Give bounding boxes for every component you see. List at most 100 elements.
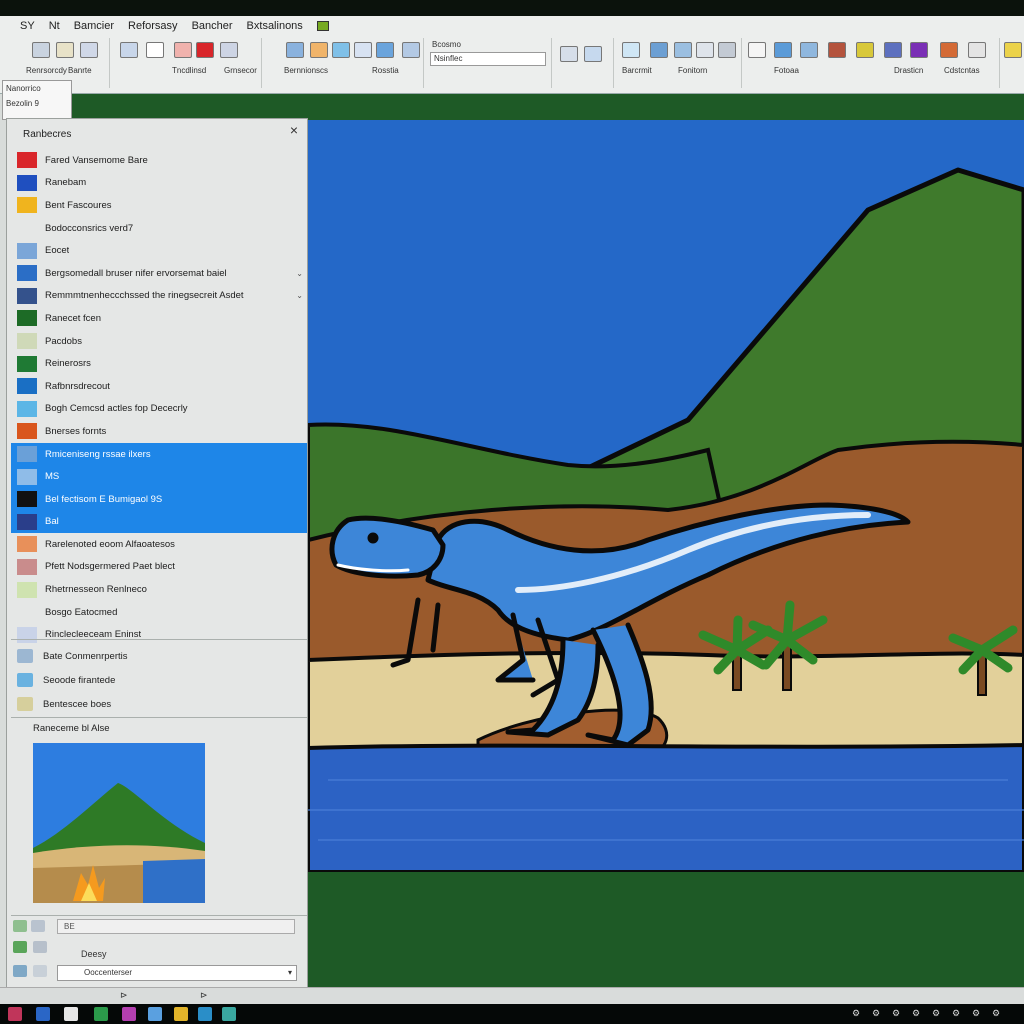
layer-row[interactable]: Rarelenoted eoom Alfaoatesos bbox=[11, 533, 307, 556]
ribbon-tab-2[interactable]: Nt bbox=[49, 20, 60, 32]
tray-sound-icon[interactable]: ⚙ bbox=[912, 1008, 920, 1019]
ribbon-group-layers bbox=[554, 38, 614, 88]
active-app-icon[interactable] bbox=[222, 1007, 236, 1021]
layer-row[interactable]: Ranebam bbox=[11, 172, 307, 195]
tray-icon[interactable]: ⚙ bbox=[872, 1008, 880, 1019]
tray-clock-icon[interactable]: ⚙ bbox=[972, 1008, 980, 1019]
layer-row[interactable]: Fared Vansemome Bare bbox=[11, 149, 307, 172]
layer-thumbnail bbox=[17, 604, 37, 620]
swatch-white-icon[interactable] bbox=[748, 42, 766, 58]
ribbon-tab-1[interactable]: SY bbox=[20, 20, 35, 32]
tray-battery-icon[interactable]: ⚙ bbox=[932, 1008, 940, 1019]
layer-row[interactable]: Ranecet fcen bbox=[11, 307, 307, 330]
picker-icon[interactable] bbox=[376, 42, 394, 58]
swatch-purple-icon[interactable] bbox=[910, 42, 928, 58]
add-icon[interactable] bbox=[13, 941, 27, 953]
magnifier-icon[interactable] bbox=[402, 42, 420, 58]
brush-icon[interactable] bbox=[286, 42, 304, 58]
blend-mode-select[interactable]: Ooccenterser ▾ bbox=[57, 965, 297, 981]
settings-icon[interactable] bbox=[31, 920, 45, 932]
cloud-icon[interactable] bbox=[622, 42, 640, 58]
tray-notify-icon[interactable]: ⚙ bbox=[992, 1008, 1000, 1019]
shape-icon[interactable] bbox=[220, 42, 238, 58]
layer-row[interactable]: Rmiceniseng rssae ilxers bbox=[11, 442, 307, 466]
chevron-down-icon[interactable]: ⌄ bbox=[296, 291, 303, 300]
layer-row[interactable]: Pfett Nodsgermered Paet blect bbox=[11, 556, 307, 579]
pencil-icon[interactable] bbox=[310, 42, 328, 58]
color-icon[interactable] bbox=[174, 42, 192, 58]
ribbon-tab-5[interactable]: Bancher bbox=[192, 20, 233, 32]
chevron-down-icon[interactable]: ⌄ bbox=[296, 269, 303, 278]
explorer-icon[interactable] bbox=[36, 1007, 50, 1021]
spreadsheet-icon[interactable] bbox=[94, 1007, 108, 1021]
start-app-icon[interactable] bbox=[8, 1007, 22, 1021]
close-icon[interactable]: × bbox=[287, 123, 301, 137]
bottom-field[interactable]: BE bbox=[57, 919, 295, 934]
layer-row[interactable]: Remmmtnenheccchssed the rinegsecreit Asd… bbox=[11, 285, 307, 308]
layer-row[interactable]: Eocet bbox=[11, 239, 307, 262]
layer-row[interactable]: MS bbox=[11, 465, 307, 488]
zoom-icon[interactable] bbox=[718, 42, 736, 58]
function-row[interactable]: Bate Conmenrpertis bbox=[17, 645, 127, 667]
funnel-icon[interactable] bbox=[968, 42, 986, 58]
layer-row[interactable]: Rafbnrsdrecout bbox=[11, 375, 307, 398]
layer-row[interactable]: Pacdobs bbox=[11, 330, 307, 353]
layer-row[interactable]: Bnerses fornts bbox=[11, 420, 307, 443]
help-icon[interactable] bbox=[1004, 42, 1022, 58]
layer-thumbnail bbox=[17, 378, 37, 395]
function-row[interactable]: Bentescee boes bbox=[17, 693, 111, 715]
ruler-icon[interactable] bbox=[696, 42, 714, 58]
panel-title: Ranbecres bbox=[23, 129, 72, 140]
image-icon[interactable] bbox=[120, 42, 138, 58]
size-field[interactable]: Nsinflec bbox=[430, 52, 546, 66]
cut-icon[interactable] bbox=[56, 42, 74, 58]
swatch-yellow-icon[interactable] bbox=[856, 42, 874, 58]
layer-row[interactable]: Rhetrnesseon Renlneco bbox=[11, 578, 307, 601]
mail-icon[interactable] bbox=[148, 1007, 162, 1021]
paint-app-icon[interactable] bbox=[122, 1007, 136, 1021]
ribbon-tab-4[interactable]: Reforsasy bbox=[128, 20, 178, 32]
layer-row[interactable]: Bent Fascoures bbox=[11, 194, 307, 217]
tray-network-icon[interactable]: ⚙ bbox=[892, 1008, 900, 1019]
drawing-canvas[interactable] bbox=[308, 120, 1024, 872]
tray-wifi-icon[interactable]: ⚙ bbox=[952, 1008, 960, 1019]
swatch-sky-icon[interactable] bbox=[800, 42, 818, 58]
layer-row[interactable]: Bel fectisom E Bumigaol 9S bbox=[11, 487, 307, 511]
browser-icon[interactable] bbox=[198, 1007, 212, 1021]
function-row[interactable]: Seoode firantede bbox=[17, 669, 115, 691]
swatch-indigo-icon[interactable] bbox=[884, 42, 902, 58]
duplicate-icon[interactable] bbox=[33, 941, 47, 953]
layer-row[interactable]: Bal bbox=[11, 510, 307, 534]
layer-label: Rmiceniseng rssae ilxers bbox=[45, 448, 151, 460]
swatch-brown-icon[interactable] bbox=[828, 42, 846, 58]
swatch-blue-icon[interactable] bbox=[774, 42, 792, 58]
layer-row[interactable]: Bodocconsrics verd7 bbox=[11, 217, 307, 240]
text-tool-icon[interactable] bbox=[354, 42, 372, 58]
layers-icon[interactable] bbox=[560, 46, 578, 62]
page-icon[interactable] bbox=[146, 42, 164, 58]
ribbon-tab-6[interactable]: Bxtsalinons bbox=[247, 20, 303, 32]
layer-row[interactable]: Rinclecleeceam Eninst bbox=[11, 623, 307, 646]
grid-icon[interactable] bbox=[674, 42, 692, 58]
tray-settings-icon[interactable]: ⚙ bbox=[852, 1008, 860, 1019]
arrange-icon[interactable] bbox=[584, 46, 602, 62]
layer-row[interactable]: Bosgo Eatocmed bbox=[11, 601, 307, 624]
delete-icon[interactable] bbox=[33, 965, 47, 977]
layer-thumbnail bbox=[17, 242, 37, 259]
swatch-orange-icon[interactable] bbox=[940, 42, 958, 58]
preview-thumbnail[interactable] bbox=[33, 743, 205, 903]
ribbon: SY Nt Bamcier Reforsasy Bancher Bxtsalin… bbox=[0, 16, 1024, 94]
eraser-icon[interactable] bbox=[332, 42, 350, 58]
paste-icon[interactable] bbox=[32, 42, 50, 58]
layer-row[interactable]: Bogh Cemcsd actles fop Dececrly bbox=[11, 398, 307, 421]
ribbon-tab-3[interactable]: Bamcier bbox=[74, 20, 114, 32]
settings-gear-icon[interactable] bbox=[64, 1007, 78, 1021]
layer-row[interactable]: Reinerosrs bbox=[11, 352, 307, 375]
folder-icon[interactable] bbox=[174, 1007, 188, 1021]
fill-icon[interactable] bbox=[196, 42, 214, 58]
layer-row[interactable]: Bergsomedall bruser nifer ervorsemat bai… bbox=[11, 262, 307, 285]
link-icon[interactable] bbox=[13, 965, 27, 977]
monitor-icon[interactable] bbox=[650, 42, 668, 58]
copy-icon[interactable] bbox=[80, 42, 98, 58]
refresh-icon[interactable] bbox=[13, 920, 27, 932]
